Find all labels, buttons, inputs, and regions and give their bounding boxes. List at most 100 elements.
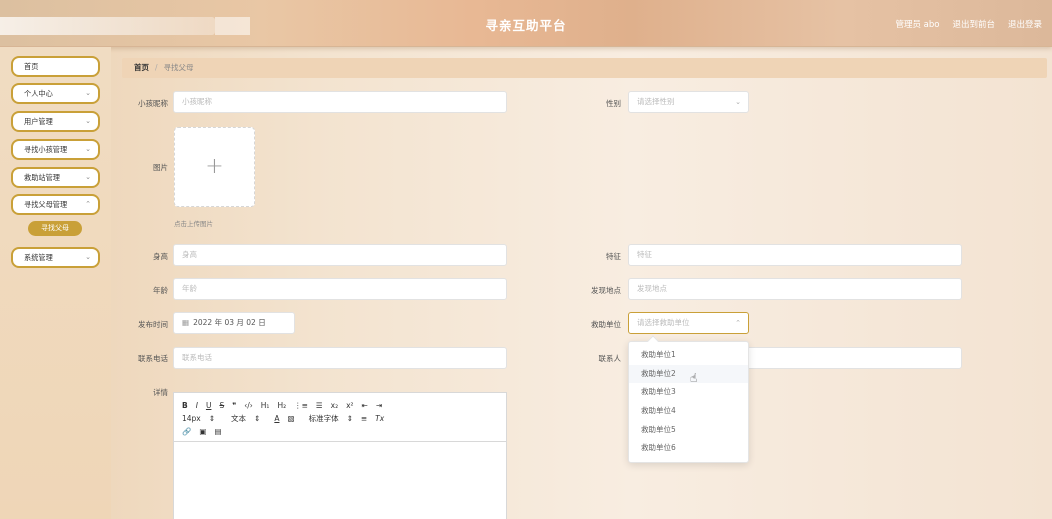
underline-button[interactable]: U <box>206 401 212 410</box>
quote-icon[interactable]: ❞ <box>232 401 236 410</box>
image-label: 图片 <box>153 163 168 172</box>
font-color-icon[interactable]: A <box>274 414 279 423</box>
app-title: 寻亲互助平台 <box>485 18 567 33</box>
dropdown-option[interactable]: 救助单位2 <box>629 364 748 384</box>
feature-input[interactable]: 特征 <box>628 244 962 266</box>
age-input[interactable]: 年龄 <box>173 278 507 300</box>
toolbar-row-2: 14px ⇕ 文本 ⇕ A ▧ 标准字体 ⇕ ≡ Tx <box>182 412 498 425</box>
breadcrumb: 首页 / 寻找父母 <box>122 58 1047 78</box>
sidebar-item-label: 寻找小孩管理 <box>24 145 68 154</box>
gender-placeholder: 请选择性别 <box>637 97 675 106</box>
chevron-down-icon: ⌄ <box>85 145 91 153</box>
sidebar-item-label: 首页 <box>24 62 39 71</box>
font-size-select[interactable]: 14px <box>182 414 201 423</box>
dropdown-option[interactable]: 救助单位1 <box>629 346 748 365</box>
publish-time-label: 发布时间 <box>138 320 168 329</box>
publish-time-picker[interactable]: ▦ 2022 年 03 月 02 日 <box>173 312 295 334</box>
dropdown-option[interactable]: 救助单位6 <box>629 439 748 458</box>
bullet-list-icon[interactable]: ☰ <box>316 401 323 410</box>
chevron-down-icon: ⌄ <box>85 89 91 97</box>
indent-icon[interactable]: ⇥ <box>376 401 382 410</box>
chevron-down-icon: ⌄ <box>85 173 91 181</box>
chevron-down-icon: ⌄ <box>85 253 91 261</box>
sidebar-item-label: 个人中心 <box>24 89 53 98</box>
heading2-button[interactable]: H₂ <box>277 401 286 410</box>
breadcrumb-home[interactable]: 首页 <box>134 63 149 72</box>
plus-icon: + <box>205 154 224 179</box>
rescue-unit-placeholder: 请选择救助单位 <box>637 318 690 327</box>
admin-label: 管理员 abo <box>895 20 940 30</box>
dropdown-option[interactable]: 救助单位5 <box>629 421 748 440</box>
sidebar-item-find-parents[interactable]: 寻找父母管理 ⌃ <box>11 194 100 215</box>
details-label: 详情 <box>153 388 168 397</box>
bold-button[interactable]: B <box>182 401 188 410</box>
breadcrumb-current: 寻找父母 <box>163 63 194 72</box>
gender-label: 性别 <box>606 99 621 108</box>
sidebar-item-label: 寻找父母管理 <box>24 200 68 209</box>
nickname-input[interactable]: 小孩昵称 <box>173 91 507 113</box>
image-icon[interactable]: ▣ <box>199 427 206 436</box>
rescue-unit-select[interactable]: 请选择救助单位 ⌃ <box>628 312 749 334</box>
age-label: 年龄 <box>153 286 168 295</box>
sidebar-item-find-child[interactable]: 寻找小孩管理 ⌄ <box>11 139 100 160</box>
font-family-arrow-icon: ⇕ <box>346 414 353 423</box>
sidebar-item-label: 用户管理 <box>24 117 53 126</box>
nickname-label: 小孩昵称 <box>138 99 168 108</box>
background-color-icon[interactable]: ▧ <box>287 414 294 423</box>
calendar-icon: ▦ <box>182 318 190 327</box>
rescue-unit-label: 救助单位 <box>591 320 621 329</box>
header-arrow-icon: ⇕ <box>254 414 261 423</box>
sidebar-item-home[interactable]: 首页 <box>11 56 100 77</box>
sidebar-item-personal-center[interactable]: 个人中心 ⌄ <box>11 83 100 104</box>
sidebar-item-user-management[interactable]: 用户管理 ⌄ <box>11 111 100 132</box>
chevron-down-icon: ⌄ <box>735 98 741 106</box>
font-family-select[interactable]: 标准字体 <box>309 413 339 424</box>
subscript-button[interactable]: x₂ <box>331 401 338 410</box>
code-icon[interactable]: ‹/› <box>244 401 253 410</box>
height-input[interactable]: 身高 <box>173 244 507 266</box>
header-select[interactable]: 文本 <box>231 413 246 424</box>
back-to-front-link[interactable]: 退出到前台 <box>952 18 995 30</box>
phone-label: 联系电话 <box>138 354 168 363</box>
rich-text-editor[interactable]: B I U S ❞ ‹/› H₁ H₂ ⋮≡ ☰ x₂ x² ⇤ ⇥ 14px … <box>173 392 507 519</box>
dropdown-option[interactable]: 救助单位4 <box>629 402 748 421</box>
main-content: 首页 / 寻找父母 小孩昵称 小孩昵称 性别 请选择性别 ⌄ 图片 + 点击上传图片… <box>111 47 1052 519</box>
logout-link[interactable]: 退出登录 <box>1008 18 1042 30</box>
editor-toolbar: B I U S ❞ ‹/› H₁ H₂ ⋮≡ ☰ x₂ x² ⇤ ⇥ 14px … <box>174 393 506 442</box>
link-icon[interactable]: 🔗 <box>182 427 191 436</box>
contact-label: 联系人 <box>598 354 622 363</box>
phone-input[interactable]: 联系电话 <box>173 347 507 369</box>
gender-select[interactable]: 请选择性别 ⌄ <box>628 91 749 113</box>
video-icon[interactable]: ▤ <box>214 427 221 436</box>
found-place-label: 发现地点 <box>591 286 621 295</box>
chevron-up-icon: ⌃ <box>85 200 91 208</box>
sidebar-item-label: 系统管理 <box>24 253 53 262</box>
chevron-up-icon: ⌃ <box>735 319 741 327</box>
feature-label: 特征 <box>606 252 621 261</box>
superscript-button[interactable]: x² <box>346 401 353 410</box>
publish-time-value: 2022 年 03 月 02 日 <box>193 318 266 327</box>
strike-button[interactable]: S <box>219 401 224 410</box>
found-place-input[interactable]: 发现地点 <box>628 278 962 300</box>
dropdown-option[interactable]: 救助单位3 <box>629 383 748 402</box>
font-size-arrow-icon: ⇕ <box>208 414 216 423</box>
rescue-unit-dropdown: 救助单位1 救助单位2 救助单位3 救助单位4 救助单位5 救助单位6 <box>628 335 749 463</box>
ordered-list-icon[interactable]: ⋮≡ <box>294 401 308 410</box>
toolbar-row-3: 🔗 ▣ ▤ <box>182 425 498 438</box>
sidebar-subitem-find-parents[interactable]: 寻找父母 <box>28 221 82 236</box>
chevron-down-icon: ⌄ <box>85 117 91 125</box>
toolbar-row-1: B I U S ❞ ‹/› H₁ H₂ ⋮≡ ☰ x₂ x² ⇤ ⇥ <box>182 399 498 412</box>
pointer-cursor-icon: ☝ <box>690 371 698 385</box>
heading1-button[interactable]: H₁ <box>261 401 270 410</box>
align-icon[interactable]: ≡ <box>361 414 367 423</box>
sidebar-item-rescue-station[interactable]: 救助站管理 ⌄ <box>11 167 100 188</box>
sidebar-item-system[interactable]: 系统管理 ⌄ <box>11 247 100 268</box>
outdent-icon[interactable]: ⇤ <box>362 401 368 410</box>
sidebar-item-label: 救助站管理 <box>24 173 60 182</box>
upload-tip: 点击上传图片 <box>174 220 213 228</box>
sidebar: 首页 个人中心 ⌄ 用户管理 ⌄ 寻找小孩管理 ⌄ 救助站管理 ⌄ 寻找父母管理… <box>0 47 111 519</box>
breadcrumb-separator: / <box>155 63 158 72</box>
clear-format-icon[interactable]: Tx <box>375 414 384 423</box>
italic-button[interactable]: I <box>196 401 198 410</box>
image-upload[interactable]: + <box>174 127 255 207</box>
